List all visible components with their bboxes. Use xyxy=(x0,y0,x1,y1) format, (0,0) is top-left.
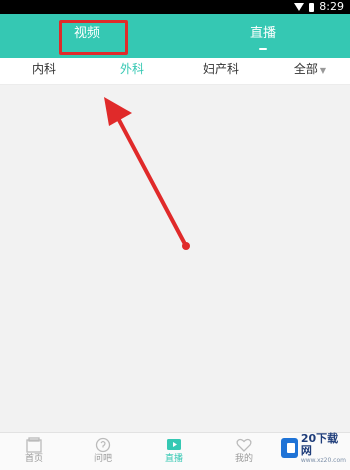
watermark-text: 20下载网 www.xz20.com xyxy=(300,431,346,464)
live-tv-icon xyxy=(167,439,181,450)
nav-questions[interactable]: 问吧 xyxy=(78,433,128,470)
site-watermark: 20下载网 www.xz20.com xyxy=(281,431,346,464)
watermark-name: 20下载网 xyxy=(300,431,339,457)
watermark-url: www.xz20.com xyxy=(300,456,346,464)
nav-home[interactable]: 首页 xyxy=(9,433,59,470)
arrow-shaft xyxy=(117,118,188,248)
annotation-arrow xyxy=(104,97,190,250)
heart-icon xyxy=(236,438,252,452)
arrow-tail-dot xyxy=(182,242,190,250)
nav-live[interactable]: 直播 xyxy=(149,433,199,470)
home-icon xyxy=(26,437,42,453)
nav-home-label: 首页 xyxy=(24,454,43,464)
nav-live-label: 直播 xyxy=(164,454,183,464)
watermark-logo-icon xyxy=(281,438,298,458)
nav-mine[interactable]: 我的 xyxy=(219,433,269,470)
question-icon xyxy=(95,437,111,453)
nav-questions-label: 问吧 xyxy=(93,454,112,464)
nav-mine-label: 我的 xyxy=(234,454,253,464)
